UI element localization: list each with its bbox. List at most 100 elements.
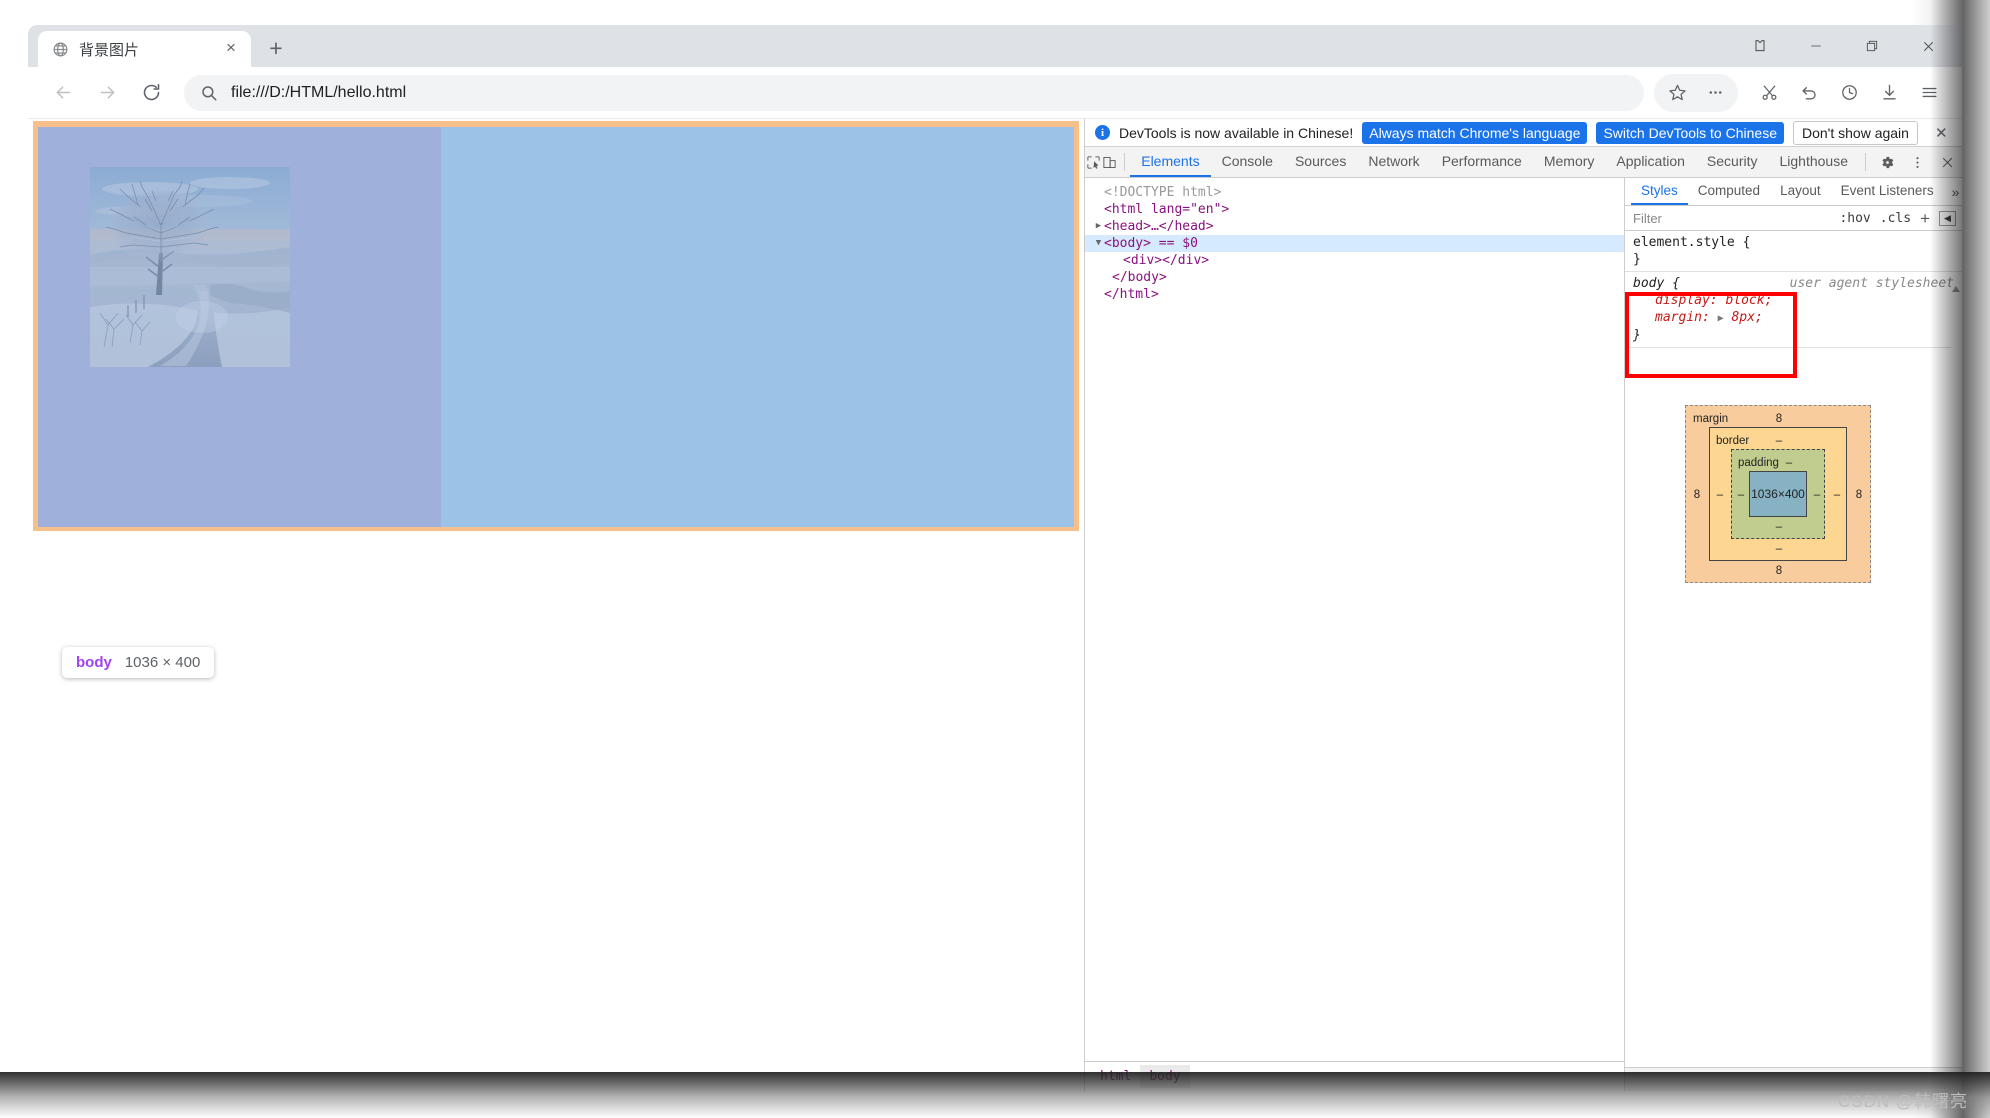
devtools-tab-console[interactable]: Console (1211, 147, 1284, 177)
body-content-box (38, 127, 1074, 527)
declaration-margin[interactable]: margin: ▶ 8px; (1633, 309, 1962, 327)
devtools-close-icon[interactable] (1932, 147, 1962, 177)
box-model-margin-left[interactable]: 8 (1689, 487, 1705, 504)
declaration-value: block; (1725, 293, 1772, 308)
dom-node-text: <body> == $0 (1104, 235, 1198, 252)
box-model-border-right[interactable]: – (1829, 487, 1845, 504)
dom-node-body-close[interactable]: </body> (1085, 269, 1624, 286)
dom-node-html-close[interactable]: </html> (1085, 286, 1624, 303)
declaration-property: margin (1655, 310, 1702, 325)
devtools-tab-performance[interactable]: Performance (1431, 147, 1533, 177)
box-model-padding-left[interactable]: – (1733, 487, 1749, 504)
box-model-padding-bottom[interactable]: – (1771, 519, 1787, 536)
devtools-tab-security[interactable]: Security (1696, 147, 1769, 177)
declaration-display[interactable]: display: block; (1633, 292, 1962, 309)
box-model-margin-right[interactable]: 8 (1851, 487, 1867, 504)
hov-toggle[interactable]: :hov (1839, 211, 1870, 226)
history-clock-icon[interactable] (1830, 74, 1868, 112)
styles-more-tabs-icon[interactable]: » (1944, 178, 1962, 205)
scissors-icon[interactable] (1750, 74, 1788, 112)
switch-devtools-chinese-button[interactable]: Switch DevTools to Chinese (1596, 122, 1784, 144)
style-rule-body[interactable]: user agent stylesheet body { display: bl… (1625, 272, 1962, 348)
settings-gear-icon[interactable] (1872, 147, 1902, 177)
back-button[interactable] (44, 74, 82, 112)
styles-tab-layout[interactable]: Layout (1770, 178, 1831, 205)
device-toolbar-icon[interactable] (1101, 147, 1117, 177)
address-bar[interactable]: file:///D:/HTML/hello.html (184, 75, 1644, 111)
styles-tabbar: Styles Computed Layout Event Listeners » (1625, 178, 1962, 206)
element-inspect-tooltip: body 1036 × 400 (62, 647, 214, 678)
extensions-ellipsis-icon[interactable] (1696, 74, 1734, 112)
twisty-collapsed-icon[interactable]: ▶ (1093, 218, 1104, 235)
search-icon (200, 84, 218, 102)
toggle-sidebar-icon[interactable]: ◀ (1939, 211, 1956, 226)
dom-node-text: <div></div> (1123, 252, 1209, 269)
box-model-border-bottom[interactable]: – (1771, 541, 1787, 558)
dom-node-doctype[interactable]: <!DOCTYPE html> (1085, 184, 1624, 201)
browser-tab[interactable]: 背景图片 × (38, 31, 251, 67)
style-rule-element-style[interactable]: element.style { } (1625, 231, 1962, 272)
scroll-up-arrow-icon[interactable] (1952, 286, 1960, 292)
undo-icon[interactable] (1790, 74, 1828, 112)
cls-toggle[interactable]: .cls (1880, 211, 1911, 226)
dom-node-text: <head>…</head> (1104, 218, 1214, 235)
dom-tree-pane: <!DOCTYPE html> <html lang="en"> ▶ <head… (1085, 178, 1625, 1091)
tab-title: 背景图片 (79, 39, 211, 60)
breadcrumb: html body (1085, 1061, 1624, 1091)
chrome-menu-icon[interactable] (1910, 74, 1948, 112)
new-style-rule-button[interactable]: + (1920, 210, 1930, 227)
restore-button[interactable] (1844, 27, 1900, 65)
styles-tab-styles[interactable]: Styles (1631, 178, 1688, 205)
box-model-margin-top[interactable]: 8 (1771, 411, 1787, 428)
devtools-tab-application[interactable]: Application (1605, 147, 1696, 177)
styles-filter-input[interactable]: Filter (1633, 211, 1830, 226)
bookmark-star-icon[interactable] (1658, 74, 1696, 112)
devtools-more-icon[interactable] (1902, 147, 1932, 177)
notice-close-icon[interactable]: ✕ (1927, 124, 1956, 142)
devtools-tab-network[interactable]: Network (1357, 147, 1430, 177)
breadcrumb-item-body[interactable]: body (1140, 1065, 1189, 1088)
devtools-tab-elements[interactable]: Elements (1130, 147, 1210, 177)
dont-show-again-button[interactable]: Don't show again (1793, 121, 1918, 145)
breadcrumb-item-html[interactable]: html (1091, 1065, 1140, 1088)
dom-node-html-open[interactable]: <html lang="en"> (1085, 201, 1624, 218)
dom-node-body[interactable]: ▼ <body> == $0 (1085, 235, 1624, 252)
devtools-body: <!DOCTYPE html> <html lang="en"> ▶ <head… (1085, 178, 1962, 1091)
reload-button[interactable] (132, 74, 170, 112)
dom-tree[interactable]: <!DOCTYPE html> <html lang="en"> ▶ <head… (1085, 178, 1624, 1061)
tab-close-icon[interactable]: × (221, 39, 241, 59)
devtools-tab-memory[interactable]: Memory (1533, 147, 1606, 177)
minimize-button[interactable] (1788, 27, 1844, 65)
download-icon[interactable] (1870, 74, 1908, 112)
box-model-margin-bottom[interactable]: 8 (1771, 563, 1787, 580)
always-match-language-button[interactable]: Always match Chrome's language (1362, 122, 1587, 144)
box-model-padding-right[interactable]: – (1809, 487, 1825, 504)
dom-node-div[interactable]: <div></div> (1085, 252, 1624, 269)
tab-strip: 背景图片 × + (28, 25, 1962, 67)
box-model-content-size[interactable]: 1036×400 (1749, 471, 1807, 517)
styles-tab-event-listeners[interactable]: Event Listeners (1831, 178, 1944, 205)
globe-favicon-icon (52, 41, 69, 58)
box-model-border-left[interactable]: – (1712, 487, 1728, 504)
close-button[interactable] (1900, 27, 1956, 65)
box-model-padding-top[interactable]: – (1781, 455, 1797, 472)
box-model-border-top[interactable]: – (1771, 433, 1787, 450)
theme-shirt-icon[interactable] (1732, 27, 1788, 65)
tooltip-tag-name: body (76, 654, 112, 671)
page-background-right-region (441, 127, 1074, 527)
toolbar-actions (1654, 74, 1948, 112)
dom-node-head[interactable]: ▶ <head>…</head> (1085, 218, 1624, 235)
styles-rules-list: element.style { } user agent stylesheet … (1625, 231, 1962, 1067)
new-tab-button[interactable]: + (259, 31, 293, 65)
devtools-tab-sources[interactable]: Sources (1284, 147, 1357, 177)
address-bar-url[interactable]: file:///D:/HTML/hello.html (231, 84, 1628, 102)
devtools-tab-lighthouse[interactable]: Lighthouse (1768, 147, 1859, 177)
styles-scrollbar[interactable] (1951, 284, 1962, 1067)
box-model-padding-label: padding (1738, 455, 1779, 472)
tooltip-dimensions: 1036 × 400 (125, 654, 201, 671)
inspect-element-icon[interactable] (1085, 147, 1101, 177)
twisty-expanded-icon[interactable]: ▼ (1093, 235, 1104, 252)
forward-button[interactable] (88, 74, 126, 112)
styles-tab-computed[interactable]: Computed (1688, 178, 1770, 205)
devtools-language-notice: i DevTools is now available in Chinese! … (1085, 119, 1962, 147)
